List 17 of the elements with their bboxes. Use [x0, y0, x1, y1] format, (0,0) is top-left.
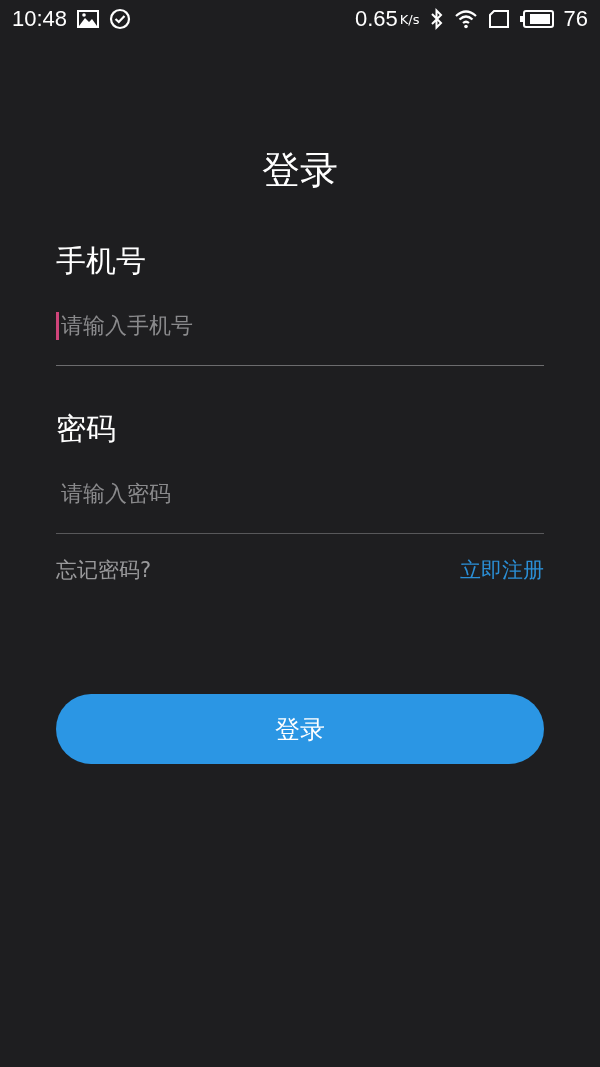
speed-unit: K/s — [399, 11, 420, 27]
check-circle-icon — [109, 8, 132, 30]
forgot-password-link[interactable]: 忘记密码? — [56, 556, 152, 584]
sim-card-icon — [487, 9, 510, 29]
input-field[interactable]: 请输入密码 — [56, 454, 544, 534]
battery-icon — [519, 10, 554, 28]
field-label: 密码 — [56, 410, 117, 448]
bluetooth-icon — [429, 8, 444, 30]
field-label: 手机号 — [56, 242, 147, 280]
page-title: 登录 — [261, 147, 339, 194]
login-button[interactable]: 登录 — [56, 694, 544, 764]
status-time: 10:48 — [12, 6, 68, 32]
network-speed: 0.65 — [355, 6, 398, 32]
register-link[interactable]: 立即注册 — [460, 556, 544, 584]
battery-percent: 76 — [563, 6, 588, 32]
wifi-icon — [453, 9, 478, 29]
image-icon — [77, 10, 100, 28]
